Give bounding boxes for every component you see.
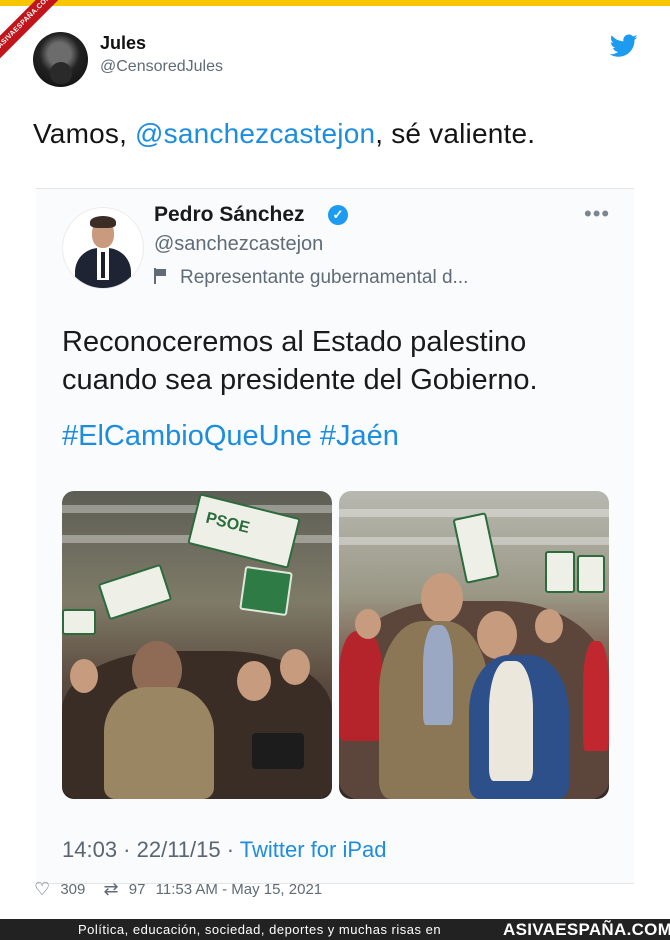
crowd-flag [577, 555, 605, 593]
government-label-text: Representante gubernamental d... [180, 267, 469, 288]
quoted-hashtags[interactable]: #ElCambioQueUne #Jaén [62, 420, 399, 453]
person-face [421, 573, 463, 623]
flag-text: PSOE [203, 509, 252, 537]
person-face [535, 609, 563, 643]
tweet-timestamp[interactable]: 11:53 AM - May 15, 2021 [156, 881, 323, 898]
quoted-avatar[interactable] [62, 207, 144, 289]
site-footer: Política, educación, sociedad, deportes … [0, 919, 670, 940]
tweet-text: Vamos, @sanchezcastejon, sé valiente. [33, 118, 535, 150]
mention-link[interactable]: @sanchezcastejon [135, 118, 375, 149]
avatar-hair [90, 216, 116, 228]
quoted-time: 14:03 · 22/11/15 · [62, 837, 240, 862]
retweet-icon[interactable]: ⇄ [104, 879, 119, 900]
person-face [70, 659, 98, 693]
crowd-flag [545, 551, 575, 593]
person-face [280, 649, 310, 685]
government-label[interactable]: Representante gubernamental d... [154, 267, 468, 289]
tweet-prefix: Vamos, [33, 118, 136, 149]
photo-rally-right[interactable] [339, 491, 609, 799]
author-avatar[interactable] [33, 32, 88, 87]
crowd-flag [452, 512, 500, 584]
verified-badge-icon: ✓ [328, 205, 348, 225]
person-red-jacket [583, 641, 609, 751]
crowd-flag [97, 563, 173, 621]
person-face [237, 661, 271, 701]
heart-icon[interactable]: ♡ [34, 879, 50, 900]
author-name[interactable]: Jules [100, 33, 146, 54]
crowd-flag [62, 609, 96, 635]
person-jacket [104, 687, 214, 799]
person-blouse [489, 661, 533, 781]
quoted-name[interactable]: Pedro Sánchez [154, 203, 305, 227]
tweet-screenshot: ASIVAESPAÑA.COM Jules @CensoredJules Vam… [0, 0, 670, 940]
person-red-sweater [339, 631, 383, 741]
quoted-handle[interactable]: @sanchezcastejon [154, 233, 323, 256]
quoted-tweet[interactable]: Pedro Sánchez ✓ @sanchezcastejon Represe… [36, 188, 634, 884]
quoted-text: Reconoceremos al Estado palestino cuando… [62, 326, 538, 396]
avatar-tie [101, 252, 105, 278]
crowd-flag [239, 565, 293, 617]
top-accent-bar [0, 0, 670, 6]
tweet-suffix: , sé valiente. [375, 118, 536, 149]
footer-tagline: Política, educación, sociedad, deportes … [78, 922, 442, 937]
flag-icon [154, 268, 170, 284]
phone-camera [252, 733, 304, 769]
quoted-meta: 14:03 · 22/11/15 · Twitter for iPad [62, 837, 386, 863]
person-face [477, 611, 517, 659]
retweet-count: 97 [128, 881, 146, 898]
photo-rally-left[interactable]: PSOE [62, 491, 332, 799]
author-handle[interactable]: @CensoredJules [100, 58, 223, 76]
person-shirt [423, 625, 453, 725]
quoted-app-link[interactable]: Twitter for iPad [240, 837, 387, 862]
twitter-bird-icon[interactable] [610, 34, 638, 58]
like-count: 309 [60, 881, 86, 898]
footer-brand-link[interactable]: ASIVAESPAÑA.COM [503, 919, 670, 940]
person-face [355, 609, 381, 639]
more-options-icon[interactable]: ••• [584, 201, 610, 227]
tweet-stats: ♡ 309 ⇄ 97 11:53 AM - May 15, 2021 [34, 879, 328, 900]
